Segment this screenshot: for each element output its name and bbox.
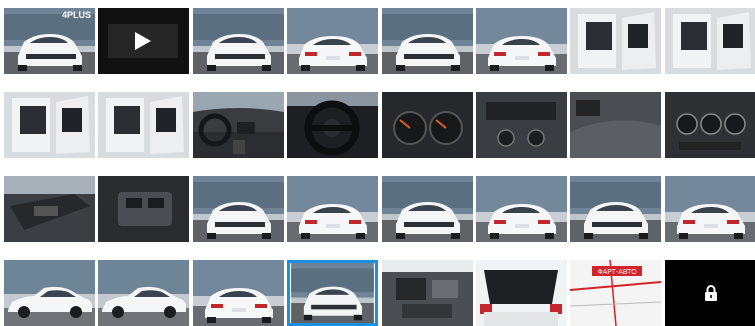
gallery-thumbnail[interactable] (476, 176, 567, 242)
car-photo (193, 176, 284, 242)
car-photo (193, 8, 284, 74)
car-photo (570, 176, 661, 242)
car-photo (287, 8, 378, 74)
gallery-thumbnail[interactable] (382, 8, 473, 74)
car-photo (98, 92, 189, 158)
gallery-thumbnail[interactable] (665, 176, 755, 242)
gallery-thumbnail[interactable] (193, 8, 284, 74)
gallery-thumbnail[interactable] (476, 8, 567, 74)
car-photo (382, 176, 473, 242)
car-photo (665, 176, 755, 242)
gallery-thumbnail[interactable] (98, 260, 189, 326)
svg-text:4PLUS: 4PLUS (62, 10, 91, 20)
car-photo (476, 176, 567, 242)
car-photo (4, 176, 95, 242)
car-photo (476, 260, 567, 326)
car-photo (476, 92, 567, 158)
video-thumbnail[interactable] (98, 8, 189, 74)
car-photo (570, 8, 661, 74)
car-photo (476, 8, 567, 74)
gallery-thumbnail[interactable] (193, 176, 284, 242)
gallery-thumbnail[interactable] (476, 260, 567, 326)
car-photo (98, 176, 189, 242)
car-photo (193, 260, 284, 326)
gallery-thumbnail[interactable]: 4PLUS (4, 8, 95, 74)
gallery-thumbnail[interactable] (476, 92, 567, 158)
dealer-map-thumbnail[interactable]: ФАРТ-АВТО (570, 260, 661, 326)
gallery-thumbnail[interactable] (570, 176, 661, 242)
car-photo (382, 92, 473, 158)
car-photo (193, 92, 284, 158)
gallery-thumbnail[interactable] (98, 176, 189, 242)
gallery-thumbnail[interactable] (287, 8, 378, 74)
car-photo (382, 260, 473, 326)
gallery-thumbnail[interactable] (287, 176, 378, 242)
car-photo: 4PLUS (4, 8, 95, 74)
car-photo (98, 260, 189, 326)
car-photo (287, 92, 378, 158)
gallery-thumbnail[interactable] (382, 260, 473, 326)
gallery-thumbnail[interactable] (570, 8, 661, 74)
locked-thumbnail[interactable] (665, 260, 755, 326)
svg-text:ФАРТ-АВТО: ФАРТ-АВТО (597, 269, 637, 276)
car-photo (665, 8, 755, 74)
car-photo (4, 260, 95, 326)
car-photo (570, 92, 661, 158)
gallery-thumbnail[interactable] (193, 260, 284, 326)
car-photo (287, 176, 378, 242)
gallery-thumbnail[interactable] (382, 176, 473, 242)
gallery-thumbnail[interactable] (193, 92, 284, 158)
car-photo (291, 263, 374, 323)
photo-gallery-grid: 4PLUS ФАРТ-АВТО (4, 8, 755, 326)
dealer-map-image: ФАРТ-АВТО (570, 260, 661, 326)
gallery-thumbnail[interactable] (287, 260, 378, 326)
gallery-thumbnail[interactable] (4, 92, 95, 158)
gallery-thumbnail[interactable] (665, 8, 755, 74)
car-photo (665, 92, 755, 158)
lock-icon (704, 285, 717, 301)
gallery-thumbnail[interactable] (665, 92, 755, 158)
gallery-thumbnail[interactable] (98, 92, 189, 158)
gallery-thumbnail[interactable] (4, 176, 95, 242)
gallery-thumbnail[interactable] (570, 92, 661, 158)
gallery-thumbnail[interactable] (4, 260, 95, 326)
video-preview (108, 24, 178, 58)
car-photo (4, 92, 95, 158)
car-photo (382, 8, 473, 74)
gallery-thumbnail[interactable] (287, 92, 378, 158)
gallery-thumbnail[interactable] (382, 92, 473, 158)
